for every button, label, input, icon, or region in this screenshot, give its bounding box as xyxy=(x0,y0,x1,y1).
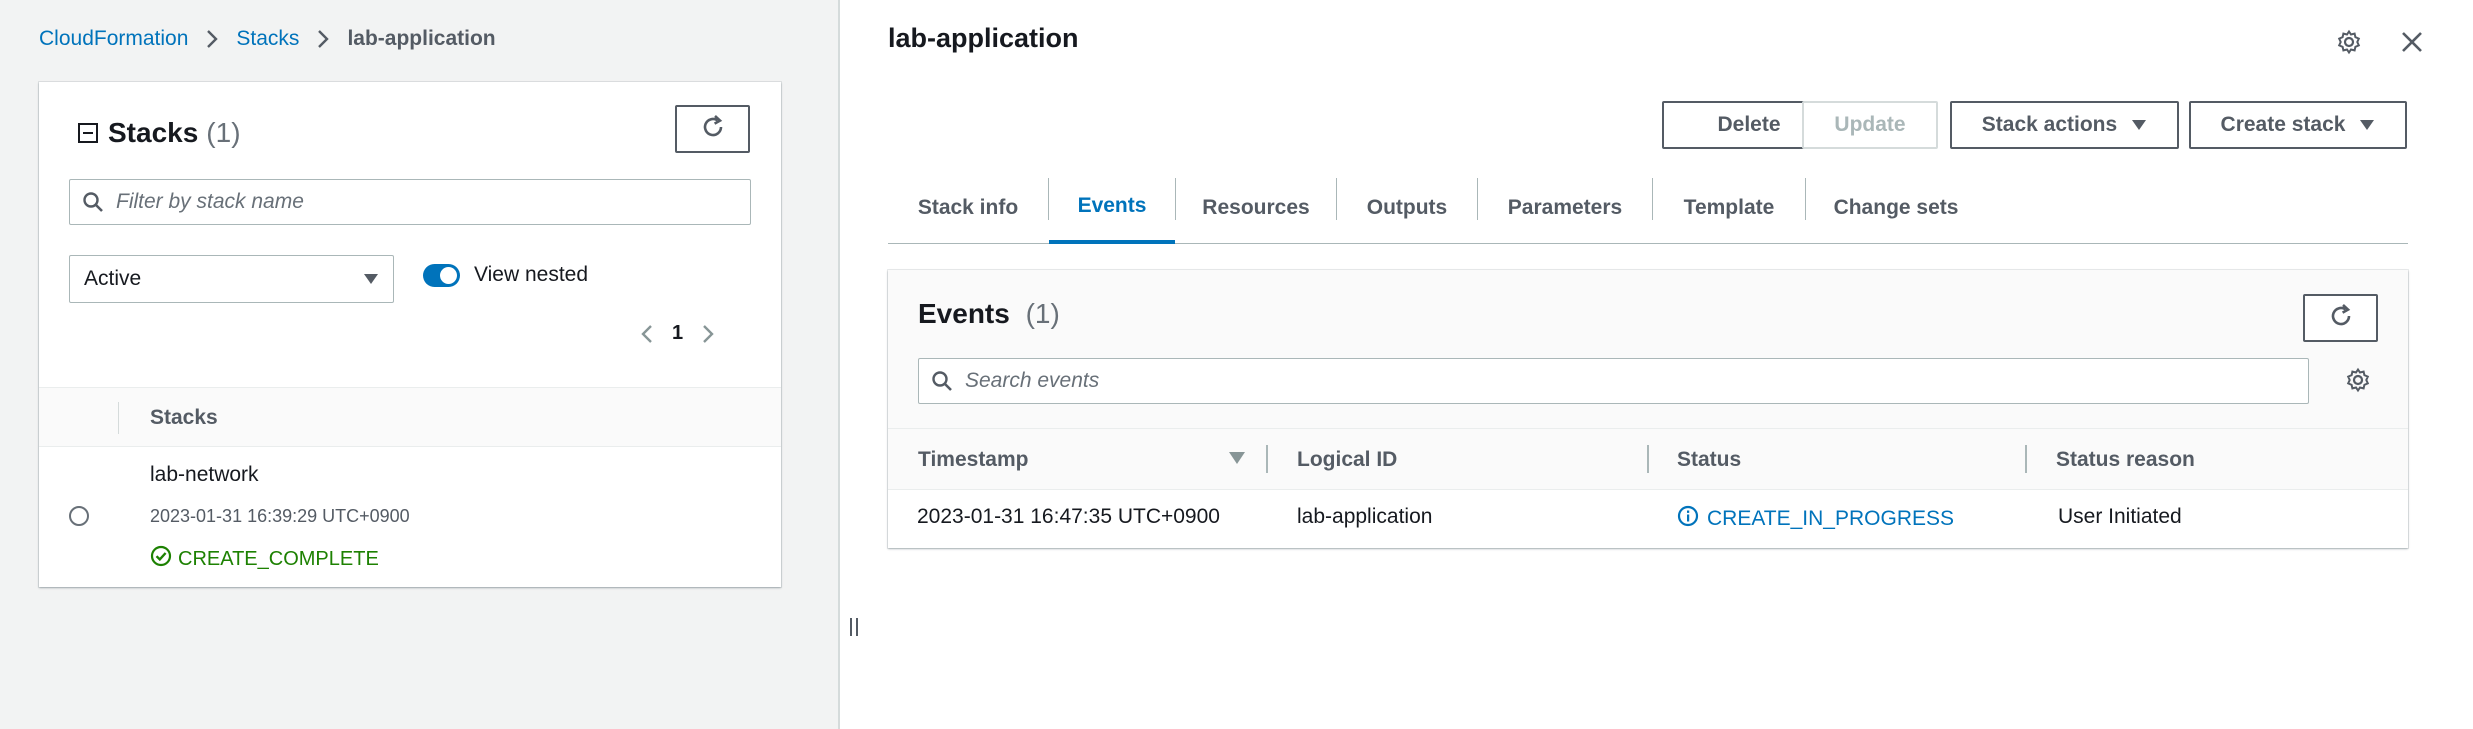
stack-search-field[interactable] xyxy=(69,179,751,225)
tab-change-sets[interactable]: Change sets xyxy=(1806,172,1986,244)
sort-descending-icon[interactable] xyxy=(1228,451,1246,470)
events-title-text: Events xyxy=(918,298,1010,329)
breadcrumb: CloudFormation Stacks lab-application xyxy=(39,25,496,53)
column-header-logical-id[interactable]: Logical ID xyxy=(1297,448,1397,472)
create-stack-button[interactable]: Create stack xyxy=(2189,101,2407,149)
breadcrumb-cloudformation[interactable]: CloudFormation xyxy=(39,27,188,51)
stack-actions-label: Stack actions xyxy=(1981,113,2118,136)
view-nested-label: View nested xyxy=(474,263,589,286)
event-status-text: CREATE_IN_PROGRESS xyxy=(1707,507,1955,530)
event-logical-id: lab-application xyxy=(1297,505,1433,528)
pagination: 1 xyxy=(640,322,715,345)
close-icon[interactable] xyxy=(2396,26,2428,58)
chevron-right-icon xyxy=(299,28,347,50)
table-row[interactable]: lab-network 2023-01-31 16:39:29 UTC+0900… xyxy=(39,447,781,587)
status-filter-value: Active xyxy=(84,267,142,290)
stack-status: CREATE_COMPLETE xyxy=(150,545,379,573)
events-title: Events (1) xyxy=(918,298,1060,330)
create-stack-label: Create stack xyxy=(2220,113,2346,136)
stack-status-text: CREATE_COMPLETE xyxy=(178,547,379,570)
caret-down-icon xyxy=(2131,113,2147,137)
chevron-right-icon[interactable] xyxy=(701,323,715,345)
info-icon xyxy=(1677,505,1699,533)
search-icon xyxy=(70,191,116,213)
chevron-left-icon[interactable] xyxy=(640,323,654,345)
view-nested-toggle[interactable] xyxy=(423,263,460,287)
stacks-refresh-button[interactable] xyxy=(675,105,750,153)
stacks-count: (1) xyxy=(206,117,241,148)
tab-resources[interactable]: Resources xyxy=(1176,172,1336,244)
tab-outputs[interactable]: Outputs xyxy=(1337,172,1477,244)
tab-parameters[interactable]: Parameters xyxy=(1478,172,1652,244)
events-refresh-button[interactable] xyxy=(2303,294,2378,342)
column-header-timestamp[interactable]: Timestamp xyxy=(918,448,1029,472)
column-divider xyxy=(1647,445,1649,473)
event-status-reason: User Initiated xyxy=(2058,505,2182,528)
pane-splitter xyxy=(838,0,840,729)
column-divider xyxy=(118,402,119,434)
event-status[interactable]: CREATE_IN_PROGRESS xyxy=(1677,505,1954,533)
breadcrumb-current: lab-application xyxy=(347,27,496,50)
stacks-table-header: Stacks xyxy=(39,387,781,447)
tab-template[interactable]: Template xyxy=(1653,172,1805,244)
column-divider xyxy=(1266,445,1268,473)
stack-status-filter[interactable]: Active xyxy=(69,255,394,303)
refresh-icon xyxy=(2327,302,2355,335)
stacks-panel-title: Stacks (1) xyxy=(78,117,241,149)
settings-icon[interactable] xyxy=(2333,26,2365,58)
stack-actions-button[interactable]: Stack actions xyxy=(1950,101,2179,149)
chevron-right-icon xyxy=(188,28,236,50)
events-search-field[interactable] xyxy=(918,358,2309,404)
events-search-input[interactable] xyxy=(965,369,2308,393)
stacks-title: Stacks xyxy=(108,117,199,148)
page-title: lab-application xyxy=(888,23,1079,53)
tab-events[interactable]: Events xyxy=(1049,172,1175,244)
stack-select-radio[interactable] xyxy=(69,506,89,526)
page-number[interactable]: 1 xyxy=(672,322,683,345)
event-timestamp: 2023-01-31 16:47:35 UTC+0900 xyxy=(917,505,1220,528)
stacks-list-pane: CloudFormation Stacks lab-application St… xyxy=(0,0,838,729)
breadcrumb-stacks[interactable]: Stacks xyxy=(236,27,299,51)
column-header-status-reason[interactable]: Status reason xyxy=(2056,448,2195,472)
stack-detail-tabs: Stack info Events Resources Outputs Para… xyxy=(888,172,2408,244)
column-header-stacks: Stacks xyxy=(150,406,218,429)
view-nested-toggle-row: View nested xyxy=(423,263,588,287)
search-icon xyxy=(919,370,965,392)
table-settings-icon[interactable] xyxy=(2342,364,2374,396)
events-table-header: Timestamp Logical ID Status Status reaso… xyxy=(888,428,2408,490)
update-button-label: Update xyxy=(1834,113,1906,136)
refresh-icon xyxy=(699,113,727,146)
update-button: Update xyxy=(1802,101,1938,149)
check-circle-icon xyxy=(150,545,172,573)
stack-search-input[interactable] xyxy=(116,190,750,214)
column-divider xyxy=(2025,445,2027,473)
stack-name[interactable]: lab-network xyxy=(150,463,259,487)
tab-stack-info[interactable]: Stack info xyxy=(888,172,1048,244)
delete-button-label: Delete xyxy=(1717,113,1781,136)
stack-created-time: 2023-01-31 16:39:29 UTC+0900 xyxy=(150,506,410,526)
collapse-icon[interactable] xyxy=(78,123,98,143)
caret-down-icon xyxy=(2359,113,2375,137)
column-header-status[interactable]: Status xyxy=(1677,448,1741,472)
resize-handle[interactable] xyxy=(850,618,858,636)
events-count: (1) xyxy=(1025,298,1060,329)
caret-down-icon xyxy=(363,267,379,291)
